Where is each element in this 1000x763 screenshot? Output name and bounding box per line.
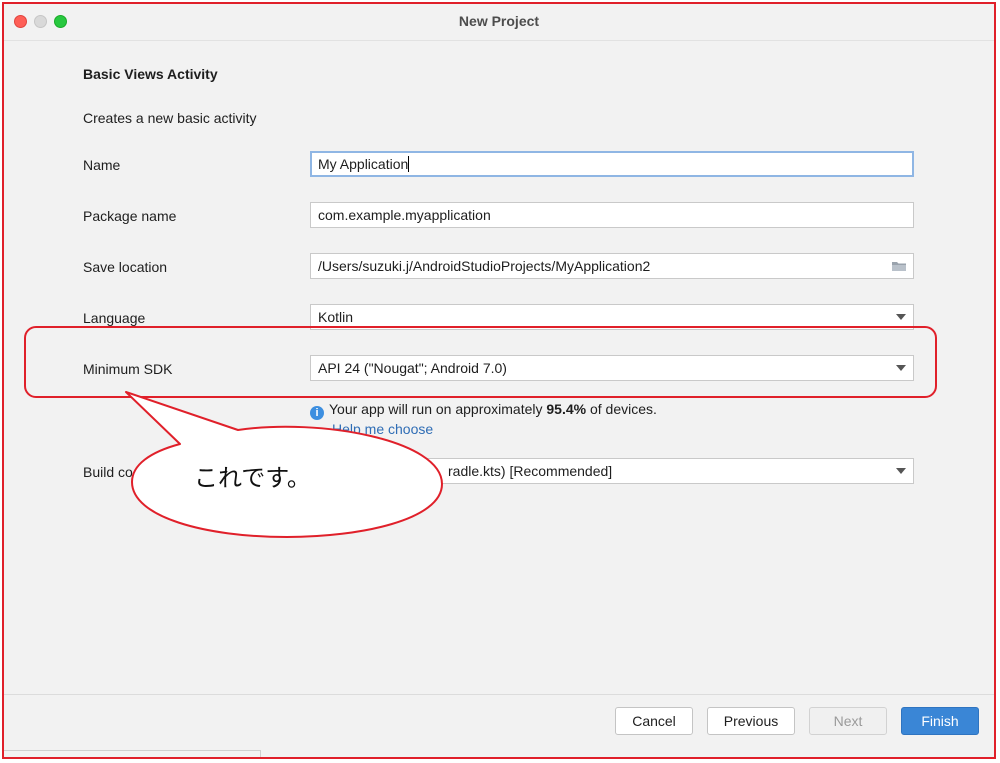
name-input-value: My Application (318, 156, 409, 172)
info-percent: 95.4% (546, 401, 587, 417)
title-bar: New Project (4, 4, 994, 41)
devices-coverage-info: i Your app will run on approximately 95.4… (310, 401, 657, 420)
callout-text: これです。 (194, 464, 311, 492)
package-name-label: Package name (83, 208, 177, 224)
info-icon: i (310, 406, 324, 420)
window-title: New Project (458, 13, 540, 29)
previous-button[interactable]: Previous (707, 707, 795, 735)
template-heading: Basic Views Activity (83, 66, 218, 82)
info-text-before: Your app will run on approximately (329, 401, 547, 417)
help-me-choose-link[interactable]: Help me choose (332, 421, 433, 437)
folder-icon[interactable] (891, 260, 907, 272)
finish-button[interactable]: Finish (901, 707, 979, 735)
package-name-input[interactable]: com.example.myapplication (310, 202, 914, 228)
build-config-dropdown[interactable]: radle.kts) [Recommended] (310, 458, 914, 484)
save-location-input[interactable]: /Users/suzuki.j/AndroidStudioProjects/My… (310, 253, 914, 279)
build-config-selected-value: radle.kts) [Recommended] (448, 463, 613, 479)
info-text-after: of devices. (586, 401, 657, 417)
build-config-label: Build co (83, 464, 133, 480)
bottom-left-panel-edge (4, 750, 261, 757)
package-name-value: com.example.myapplication (318, 207, 491, 223)
language-label: Language (83, 310, 146, 326)
save-location-label: Save location (83, 259, 168, 275)
language-selected-value: Kotlin (318, 309, 354, 325)
save-location-value: /Users/suzuki.j/AndroidStudioProjects/My… (318, 258, 651, 274)
chevron-down-icon (896, 314, 906, 320)
next-button[interactable]: Next (809, 707, 887, 735)
name-input[interactable]: My Application (310, 151, 914, 177)
dialog-button-bar: Cancel Previous Next Finish (4, 694, 994, 757)
annotation-highlight-box (24, 326, 937, 398)
text-caret (408, 156, 410, 172)
cancel-button[interactable]: Cancel (615, 707, 693, 735)
name-label: Name (83, 157, 121, 173)
template-description: Creates a new basic activity (83, 110, 257, 126)
chevron-down-icon (896, 468, 906, 474)
